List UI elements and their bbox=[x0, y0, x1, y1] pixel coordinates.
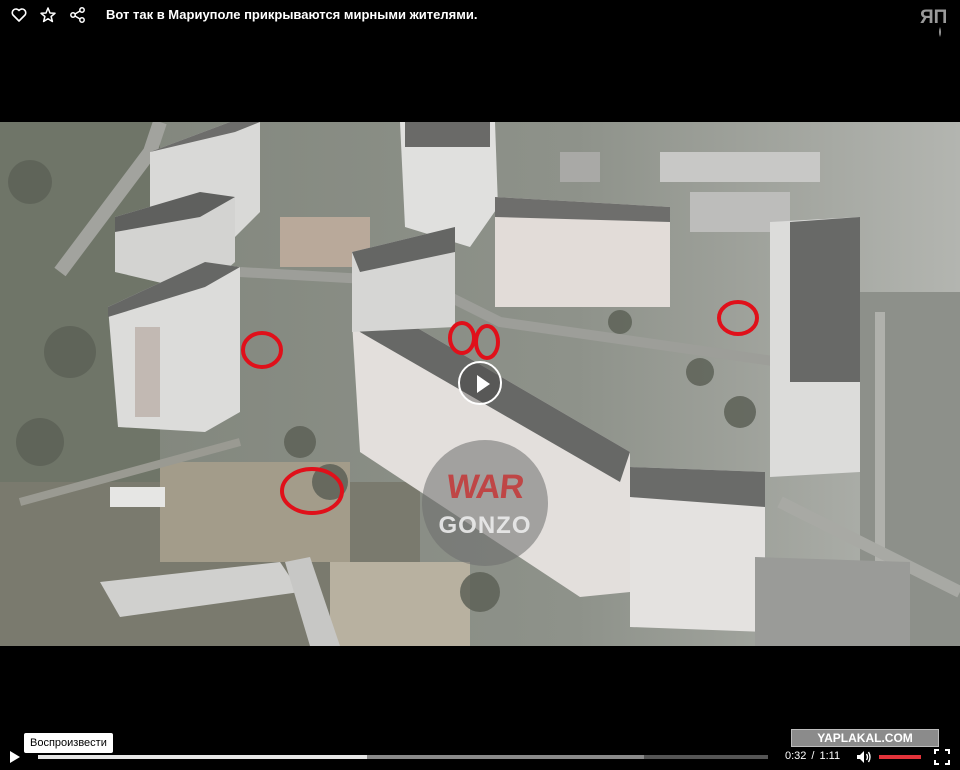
volume-fill bbox=[879, 755, 921, 759]
star-icon[interactable] bbox=[38, 5, 58, 25]
site-watermark-badge: YAPLAKAL.COM bbox=[791, 729, 939, 747]
share-icon[interactable] bbox=[68, 5, 88, 25]
video-header: Вот так в Мариуполе прикрываются мирными… bbox=[0, 0, 960, 37]
current-time: 0:32 bbox=[785, 750, 807, 762]
war-gonzo-watermark: WAR GONZO bbox=[422, 440, 548, 566]
progress-fill bbox=[38, 755, 367, 759]
duration: 1:11 bbox=[819, 750, 841, 762]
heart-icon[interactable] bbox=[9, 5, 29, 25]
watermark-top-text: WAR bbox=[444, 468, 526, 506]
video-title: Вот так в Мариуполе прикрываются мирными… bbox=[106, 7, 478, 22]
time-separator: / bbox=[811, 750, 815, 762]
center-play-button[interactable] bbox=[458, 361, 502, 405]
player-controls: 0:32 / 1:11 bbox=[0, 746, 960, 768]
volume-icon[interactable] bbox=[856, 750, 872, 764]
volume-slider[interactable] bbox=[879, 755, 921, 759]
time-display: 0:32 / 1:11 bbox=[785, 750, 840, 762]
fullscreen-icon[interactable] bbox=[934, 749, 950, 765]
site-logo[interactable]: ЯП bbox=[918, 3, 952, 39]
progress-bar[interactable] bbox=[38, 755, 768, 759]
logo-text: ЯП bbox=[920, 7, 947, 28]
play-button[interactable] bbox=[8, 750, 22, 764]
video-frame[interactable]: WAR GONZO bbox=[0, 122, 960, 646]
watermark-bottom-text: GONZO bbox=[438, 512, 532, 539]
